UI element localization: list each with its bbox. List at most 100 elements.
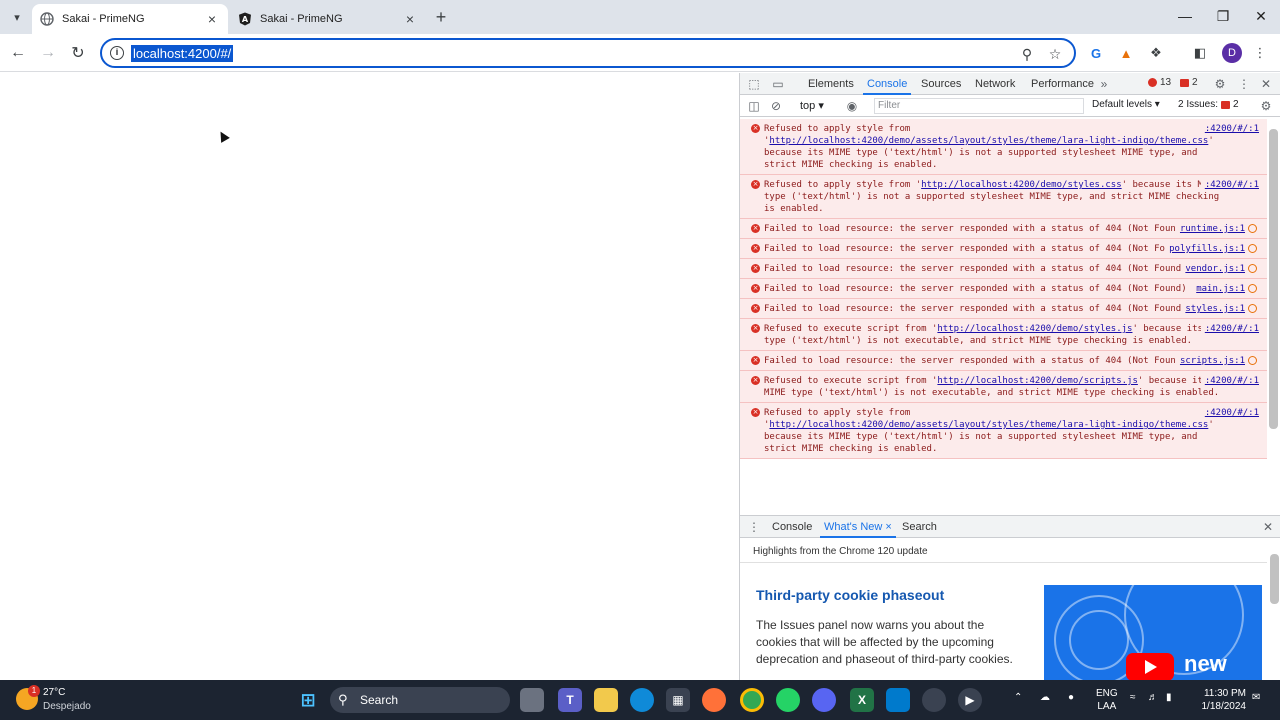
close-window-button[interactable]: ✕ (1242, 0, 1280, 32)
start-windows-icon[interactable]: ⊞ (296, 688, 320, 712)
message-source-link[interactable]: main.js:1 (1192, 283, 1245, 295)
console-error-message[interactable]: × Refused to execute script from 'http://… (740, 371, 1267, 403)
settings-gear-icon[interactable]: ⚙ (1212, 76, 1228, 92)
close-drawer-icon[interactable]: ✕ (1260, 519, 1276, 535)
edge-icon[interactable] (630, 688, 654, 712)
drawer-tab-console[interactable]: Console (768, 516, 816, 538)
whatsapp-icon[interactable] (776, 688, 800, 712)
console-error-message[interactable]: × Refused to apply style from 'http://loc… (740, 175, 1267, 219)
error-counter[interactable]: 13 (1148, 77, 1171, 88)
weather-temperature[interactable]: 27°C (43, 687, 65, 698)
drawer-scrollbar[interactable] (1270, 554, 1279, 604)
forward-button[interactable]: → (36, 41, 60, 65)
close-tab-icon[interactable]: × (885, 521, 891, 533)
vscode-icon[interactable] (886, 688, 910, 712)
message-link[interactable]: http://localhost:4200/demo/scripts.js (937, 376, 1137, 386)
console-error-message[interactable]: × Failed to load resource: the server res… (740, 259, 1267, 279)
site-info-icon[interactable]: i (110, 46, 124, 60)
message-source-link[interactable]: :4200/#/:1 (1200, 407, 1259, 419)
console-error-message[interactable]: × Refused to apply style from 'http://loc… (740, 119, 1267, 175)
tray-chevron-icon[interactable]: ⌃ (1014, 692, 1022, 703)
bookmark-star-icon[interactable]: ☆ (1046, 45, 1064, 63)
message-source-link[interactable]: scripts.js:1 (1175, 355, 1245, 367)
media-player-icon[interactable]: ▶ (958, 688, 982, 712)
console-settings-gear-icon[interactable]: ⚙ (1258, 98, 1274, 114)
firefox-icon[interactable] (702, 688, 726, 712)
message-source-link[interactable]: runtime.js:1 (1175, 223, 1245, 235)
drawer-tab-search[interactable]: Search (898, 516, 941, 538)
clear-console-icon[interactable]: ⊘ (768, 98, 784, 114)
tab-sakai-2[interactable]: A Sakai - PrimeNG × (230, 4, 426, 34)
console-filter-input[interactable]: Filter (874, 98, 1084, 114)
tab-search-icon[interactable]: ▾ (6, 6, 28, 28)
maximize-button[interactable]: ❐ (1204, 0, 1242, 32)
tab-close-icon[interactable]: × (204, 11, 220, 27)
inspect-element-icon[interactable]: ⬚ (746, 76, 762, 92)
devtools-tab-performance[interactable]: Performance (1027, 73, 1098, 95)
console-error-message[interactable]: × Failed to load resource: the server res… (740, 351, 1267, 371)
devtools-tab-network[interactable]: Network (971, 73, 1019, 95)
back-button[interactable]: ← (6, 41, 30, 65)
wifi-icon[interactable]: ≈ (1130, 692, 1136, 703)
message-source-link[interactable]: styles.js:1 (1181, 303, 1245, 315)
message-link[interactable]: http://localhost:4200/demo/assets/layout… (769, 420, 1208, 430)
minimize-button[interactable]: — (1166, 0, 1204, 32)
zoom-search-icon[interactable]: ⚲ (1018, 45, 1036, 63)
message-link[interactable]: http://localhost:4200/demo/styles.js (937, 324, 1132, 334)
extension-megaphone-icon[interactable]: ▲ (1116, 43, 1136, 63)
store-icon[interactable]: ▦ (666, 688, 690, 712)
device-toolbar-icon[interactable]: ▭ (770, 76, 786, 92)
console-error-message[interactable]: × Refused to apply style from 'http://loc… (740, 403, 1267, 459)
message-source-link[interactable]: :4200/#/:1 (1200, 375, 1259, 387)
console-error-message[interactable]: × Failed to load resource: the server res… (740, 299, 1267, 319)
teams-icon[interactable]: T (558, 688, 582, 712)
network-request-icon[interactable] (1248, 244, 1257, 253)
chrome-menu-icon[interactable]: ⋮ (1250, 43, 1270, 63)
more-tabs-chevron-icon[interactable]: » (1096, 76, 1112, 92)
app-icon[interactable] (922, 688, 946, 712)
chrome-icon[interactable] (740, 688, 764, 712)
discord-icon[interactable] (812, 688, 836, 712)
reload-button[interactable]: ↻ (66, 41, 90, 65)
console-error-message[interactable]: × Failed to load resource: the server res… (740, 239, 1267, 259)
message-source-link[interactable]: vendor.js:1 (1181, 263, 1245, 275)
new-tab-button[interactable]: + (430, 6, 452, 28)
tab-sakai-1[interactable]: Sakai - PrimeNG × (32, 4, 228, 34)
network-request-icon[interactable] (1248, 264, 1257, 273)
translate-icon[interactable]: G (1086, 43, 1106, 63)
tab-close-icon[interactable]: × (402, 11, 418, 27)
excel-icon[interactable]: X (850, 688, 874, 712)
log-levels-dropdown[interactable]: Default levels ▾ (1092, 99, 1160, 110)
devtools-menu-icon[interactable]: ⋮ (1236, 76, 1252, 92)
message-link[interactable]: http://localhost:4200/demo/assets/layout… (769, 136, 1208, 146)
sidebar-toggle-icon[interactable]: ◫ (746, 98, 762, 114)
message-source-link[interactable]: :4200/#/:1 (1200, 179, 1259, 191)
console-error-message[interactable]: × Failed to load resource: the server res… (740, 219, 1267, 239)
close-devtools-icon[interactable]: ✕ (1258, 76, 1274, 92)
clock[interactable]: 11:30 PM 1/18/2024 (1170, 687, 1247, 713)
notifications-icon[interactable]: ✉ (1252, 692, 1260, 703)
message-source-link[interactable]: :4200/#/:1 (1200, 323, 1259, 335)
whats-new-title[interactable]: Third-party cookie phaseout (756, 587, 944, 603)
console-error-message[interactable]: × Failed to load resource: the server res… (740, 279, 1267, 299)
console-scrollbar[interactable] (1269, 129, 1278, 429)
message-source-link[interactable]: :4200/#/:1 (1200, 123, 1259, 135)
profile-avatar[interactable]: D (1222, 43, 1242, 63)
side-panel-icon[interactable]: ◧ (1190, 43, 1210, 63)
network-request-icon[interactable] (1248, 224, 1257, 233)
message-link[interactable]: http://localhost:4200/demo/styles.css (921, 180, 1121, 190)
whats-new-video-thumbnail[interactable]: new (1044, 585, 1262, 681)
network-request-icon[interactable] (1248, 356, 1257, 365)
console-error-message[interactable]: × Refused to execute script from 'http://… (740, 319, 1267, 351)
devtools-tab-console[interactable]: Console (863, 73, 912, 95)
issue-counter[interactable]: 2 (1180, 77, 1198, 88)
task-view-icon[interactable] (520, 688, 544, 712)
file-explorer-icon[interactable] (594, 688, 618, 712)
extensions-puzzle-icon[interactable]: ❖ (1146, 43, 1166, 63)
drawer-menu-icon[interactable]: ⋮ (746, 519, 762, 535)
drawer-tab-whats-new[interactable]: What's New × (820, 516, 896, 538)
devtools-tab-elements[interactable]: Elements (804, 73, 858, 95)
live-expression-eye-icon[interactable]: ◉ (844, 98, 860, 114)
devtools-tab-sources[interactable]: Sources (917, 73, 965, 95)
onedrive-icon[interactable]: ☁ (1040, 692, 1050, 703)
